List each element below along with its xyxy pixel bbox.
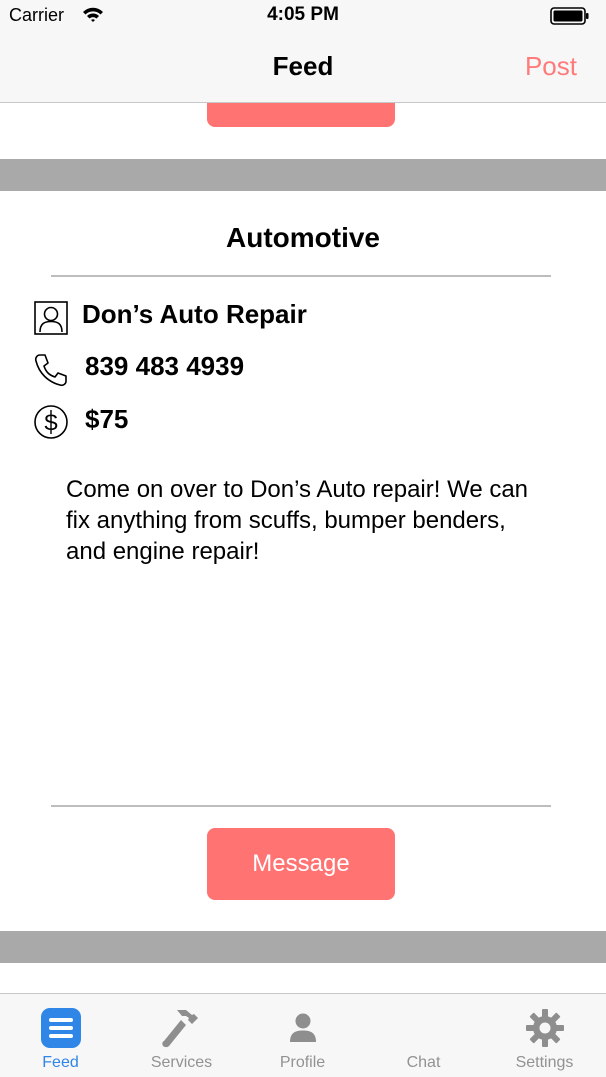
phone-icon xyxy=(34,354,67,387)
card-separator xyxy=(0,931,606,963)
person-icon xyxy=(289,1013,316,1042)
dollar-icon: S xyxy=(34,405,68,439)
person-icon xyxy=(34,301,68,335)
phone-number[interactable]: 839 483 4939 xyxy=(85,351,244,382)
card-separator xyxy=(0,159,606,191)
tab-profile[interactable]: Profile xyxy=(242,994,363,1077)
business-name: Don’s Auto Repair xyxy=(82,299,307,329)
hammer-icon xyxy=(161,1010,198,1048)
post-button[interactable]: Post xyxy=(525,51,577,82)
navigation-bar: Feed Post xyxy=(0,32,606,103)
tab-chat[interactable]: Chat xyxy=(363,994,484,1077)
tab-bar: Feed Services Profile Chat Settings xyxy=(0,993,606,1077)
tab-label: Chat xyxy=(406,1054,441,1071)
card-divider-top xyxy=(51,275,551,277)
card-category-title: Automotive xyxy=(226,222,380,253)
tab-label: Services xyxy=(150,1054,213,1071)
next-feed-card xyxy=(0,963,606,993)
previous-card-message-button[interactable] xyxy=(207,103,395,127)
gear-icon xyxy=(525,1009,564,1047)
feed-list-icon xyxy=(40,1008,81,1048)
tab-feed[interactable]: Feed xyxy=(0,994,121,1077)
status-time: 4:05 PM xyxy=(267,4,339,25)
tab-label: Settings xyxy=(515,1054,574,1071)
page-title: Feed xyxy=(272,51,334,81)
card-divider-bottom xyxy=(51,805,551,807)
price-label: $75 xyxy=(85,404,129,434)
feed-scroll-view[interactable]: Automotive Don’s Auto Repair 839 483 493… xyxy=(0,103,606,993)
tab-services[interactable]: Services xyxy=(121,994,242,1077)
tab-label: Profile xyxy=(279,1054,326,1071)
message-button[interactable]: Message xyxy=(207,828,395,900)
tab-settings[interactable]: Settings xyxy=(484,994,605,1077)
battery-icon xyxy=(550,7,589,25)
tab-label: Feed xyxy=(42,1054,79,1071)
card-description: Come on over to Don’s Auto repair! We ca… xyxy=(66,476,529,565)
status-bar: Carrier 4:05 PM xyxy=(0,0,606,32)
